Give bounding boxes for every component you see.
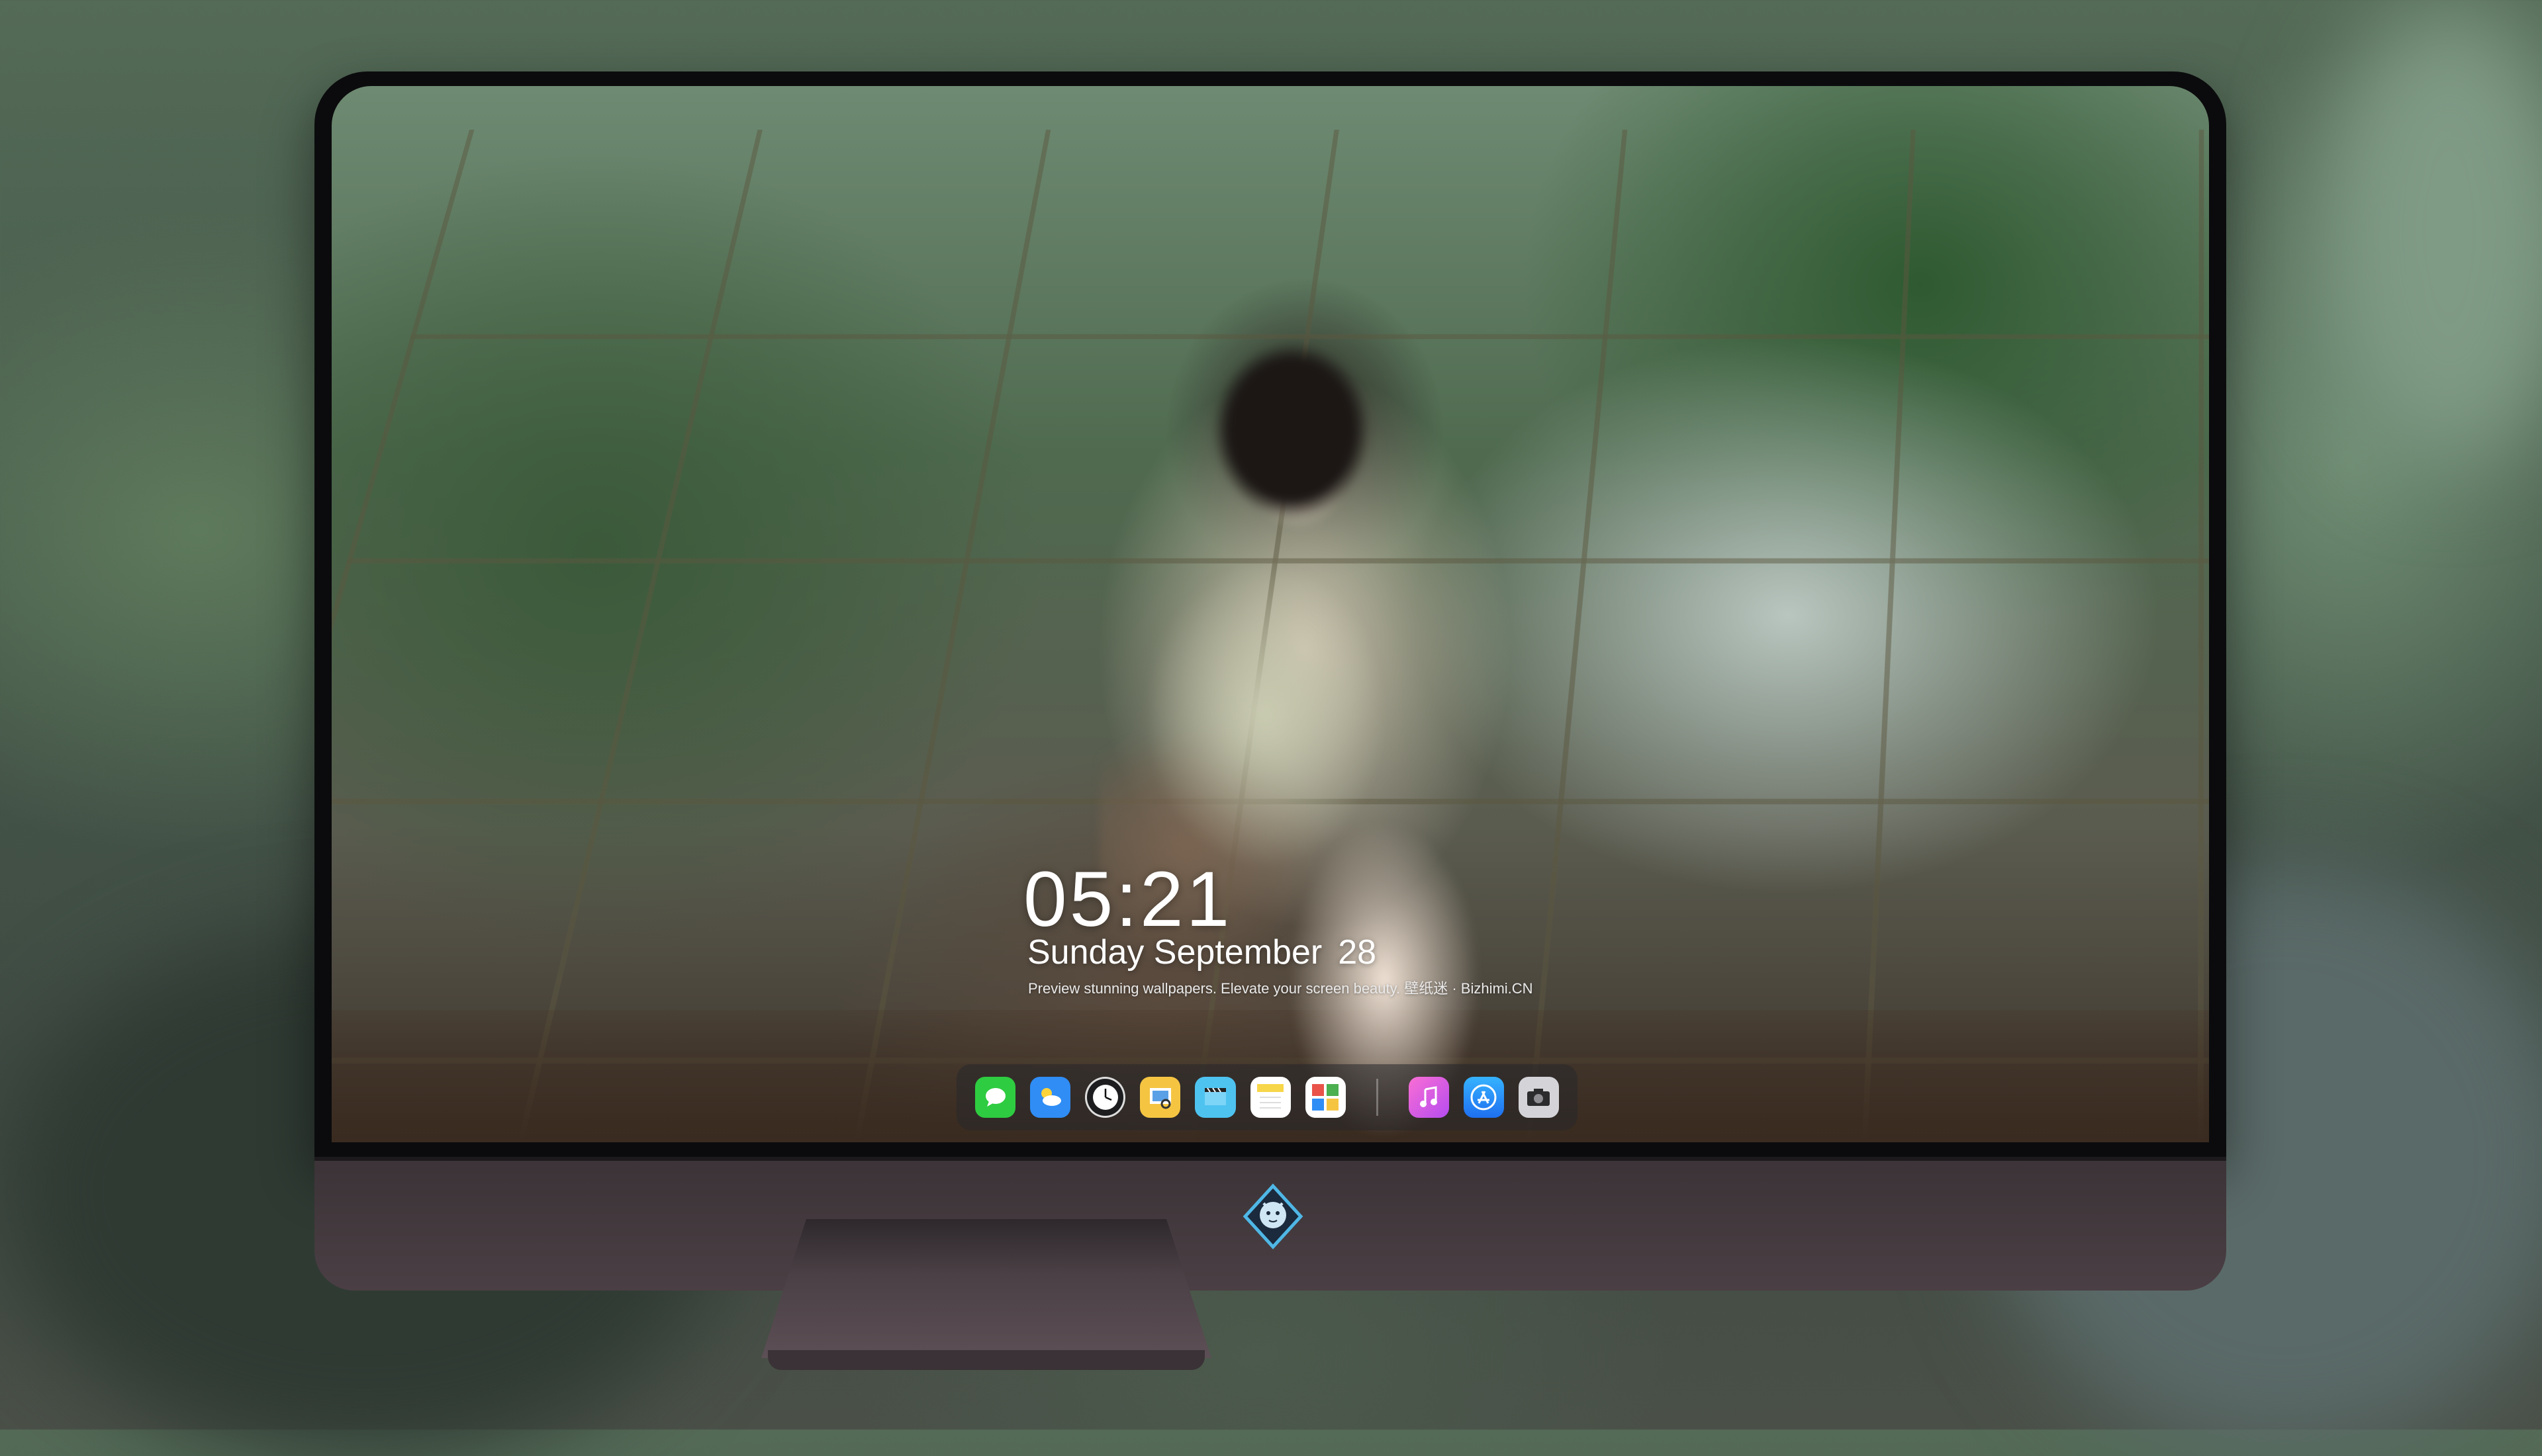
camera-icon xyxy=(1527,1089,1550,1106)
photo-booth-icon xyxy=(1312,1084,1339,1111)
wallpaper-figure xyxy=(1100,285,1497,1142)
bizhimi-logo-icon xyxy=(1243,1183,1303,1250)
lock-clock: 05:21 xyxy=(1023,856,1233,943)
dock-app-messages[interactable] xyxy=(975,1077,1016,1118)
music-icon xyxy=(1420,1086,1438,1107)
dock-separator xyxy=(1376,1079,1378,1116)
dock-app-preview[interactable] xyxy=(1140,1077,1181,1118)
weather-icon xyxy=(1041,1088,1061,1106)
dock-app-weather[interactable] xyxy=(1030,1077,1071,1118)
dock-app-clock[interactable] xyxy=(1085,1077,1126,1118)
monitor-stand xyxy=(761,1219,1211,1358)
dock-app-camera[interactable] xyxy=(1518,1077,1559,1118)
messages-icon xyxy=(985,1088,1006,1107)
dock-app-notes[interactable] xyxy=(1250,1077,1291,1118)
wallpaper-tagline: Preview stunning wallpapers. Elevate you… xyxy=(1028,980,1533,997)
app-store-icon xyxy=(1470,1084,1497,1111)
clips-icon xyxy=(1205,1087,1227,1105)
dock xyxy=(957,1064,1577,1130)
dock-app-photo-booth[interactable] xyxy=(1305,1077,1346,1118)
notes-icon xyxy=(1257,1084,1284,1109)
lock-date: Sunday September 28 xyxy=(1027,935,1376,970)
dock-app-app-store[interactable] xyxy=(1463,1077,1504,1118)
lock-date-weekday-month: Sunday September xyxy=(1027,933,1323,972)
dock-app-clips[interactable] xyxy=(1195,1077,1236,1118)
clock-icon xyxy=(1092,1085,1118,1110)
desktop-screen: 05:21 Sunday September 28 Preview stunnin… xyxy=(332,86,2209,1142)
monitor-stand-base xyxy=(768,1350,1205,1370)
background-blur xyxy=(2317,0,2542,463)
lock-date-day: 28 xyxy=(1338,933,1377,972)
monitor-bezel: 05:21 Sunday September 28 Preview stunnin… xyxy=(314,71,2226,1157)
preview-icon xyxy=(1149,1088,1171,1109)
chin-divider xyxy=(314,1157,2226,1161)
dock-app-music[interactable] xyxy=(1408,1077,1449,1118)
